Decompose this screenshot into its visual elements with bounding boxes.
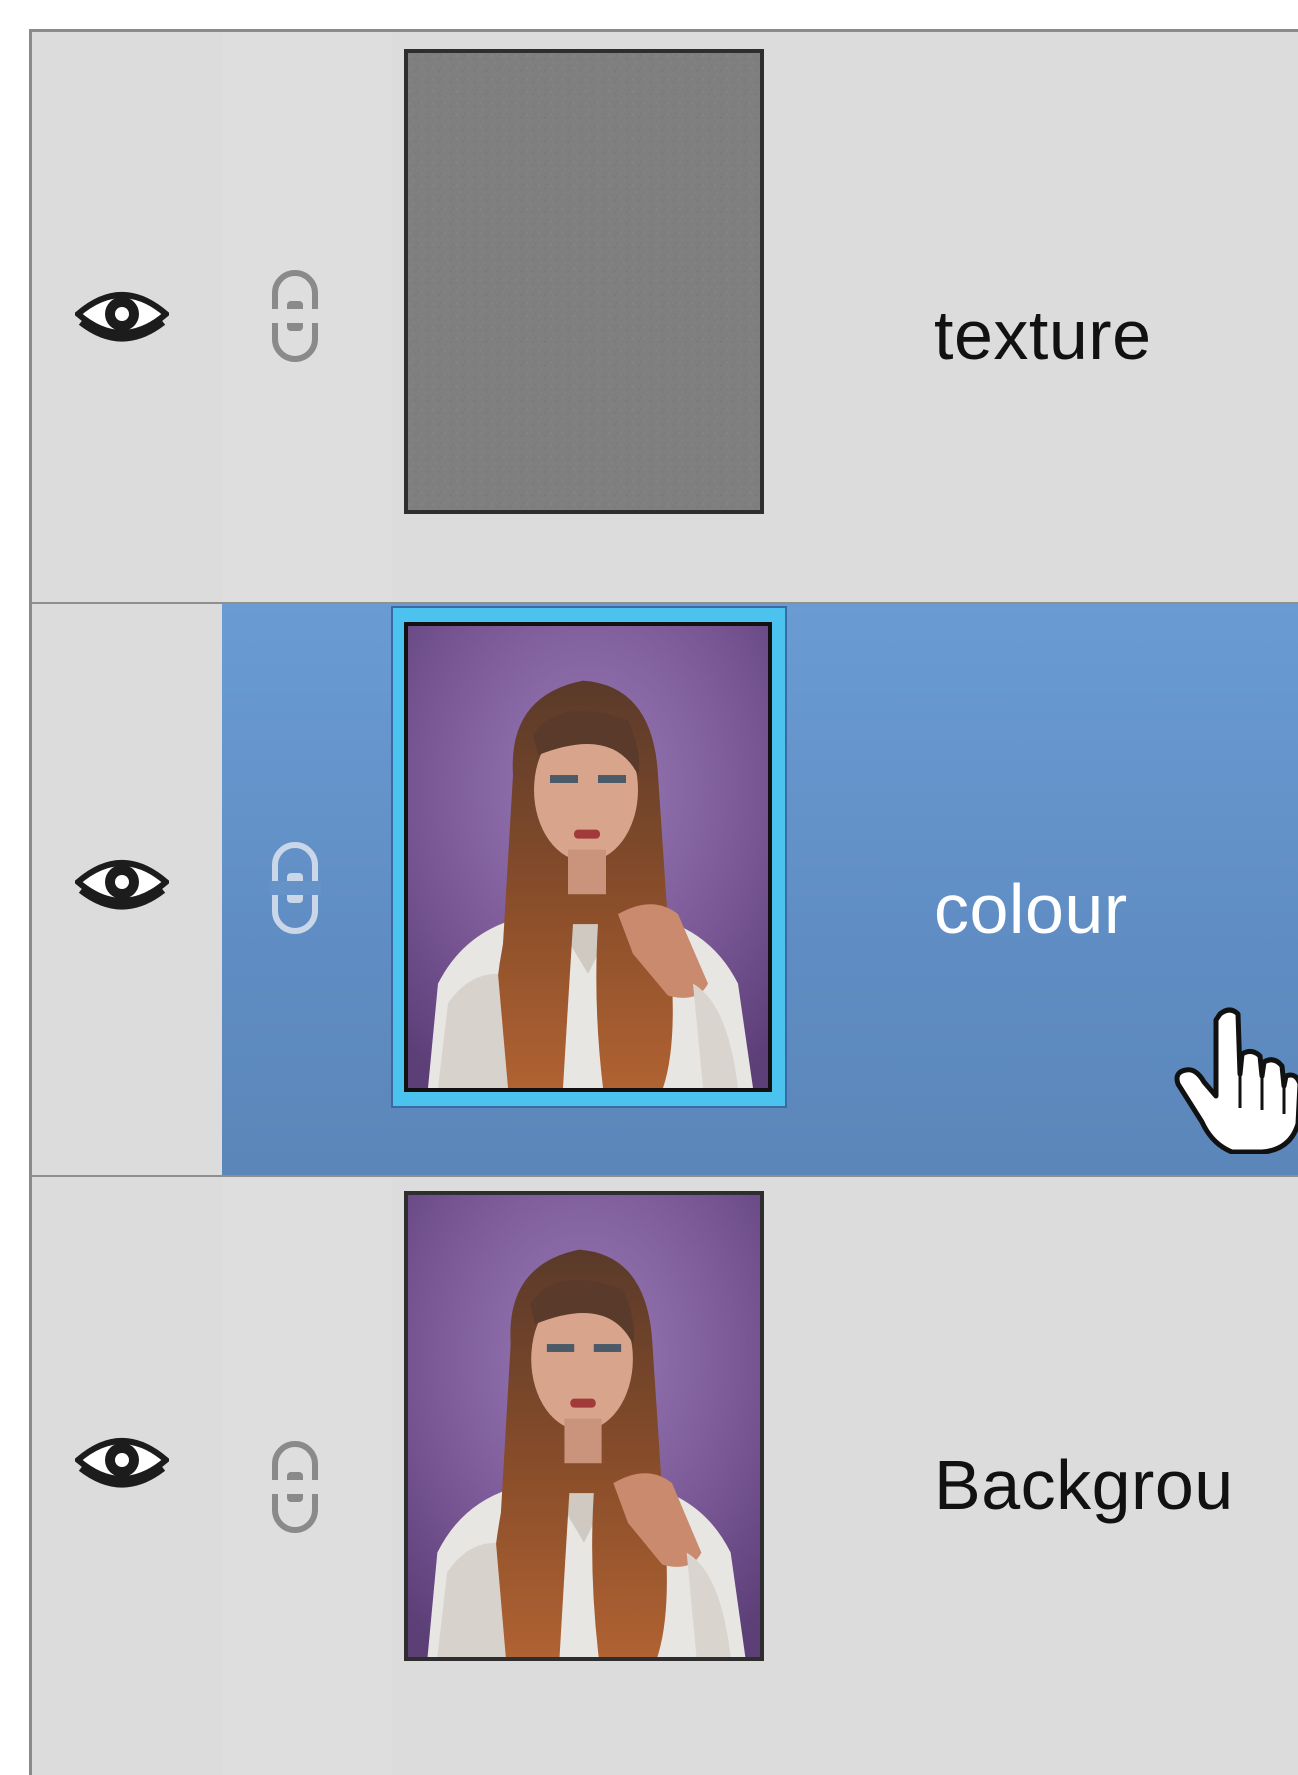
eye-icon[interactable] bbox=[75, 284, 169, 344]
layer-name-background[interactable]: Backgrou bbox=[934, 1450, 1234, 1520]
link-cell bbox=[222, 32, 392, 602]
layer-content[interactable] bbox=[392, 32, 1298, 602]
chain-link-icon[interactable] bbox=[269, 269, 321, 363]
layer-thumbnail-colour[interactable] bbox=[404, 622, 772, 1092]
visibility-toggle[interactable] bbox=[32, 32, 222, 602]
visibility-toggle[interactable] bbox=[32, 1178, 222, 1775]
eye-icon[interactable] bbox=[75, 852, 169, 912]
chain-link-icon[interactable] bbox=[269, 1440, 321, 1534]
link-cell bbox=[222, 604, 392, 1175]
layers-panel: texture colour Backgrou bbox=[29, 29, 1298, 1775]
eye-icon[interactable] bbox=[75, 1430, 169, 1490]
layer-name-texture[interactable]: texture bbox=[934, 300, 1152, 370]
layer-thumbnail-background[interactable] bbox=[404, 1191, 764, 1661]
chain-link-icon[interactable] bbox=[269, 841, 321, 935]
layer-content[interactable] bbox=[391, 604, 1298, 1175]
layer-thumbnail-texture[interactable] bbox=[404, 49, 764, 514]
row-divider bbox=[32, 1175, 1298, 1177]
visibility-toggle[interactable] bbox=[32, 604, 222, 1175]
layer-name-colour[interactable]: colour bbox=[934, 874, 1128, 944]
hand-pointer-cursor-icon bbox=[1174, 1007, 1298, 1154]
link-cell bbox=[222, 1178, 392, 1775]
